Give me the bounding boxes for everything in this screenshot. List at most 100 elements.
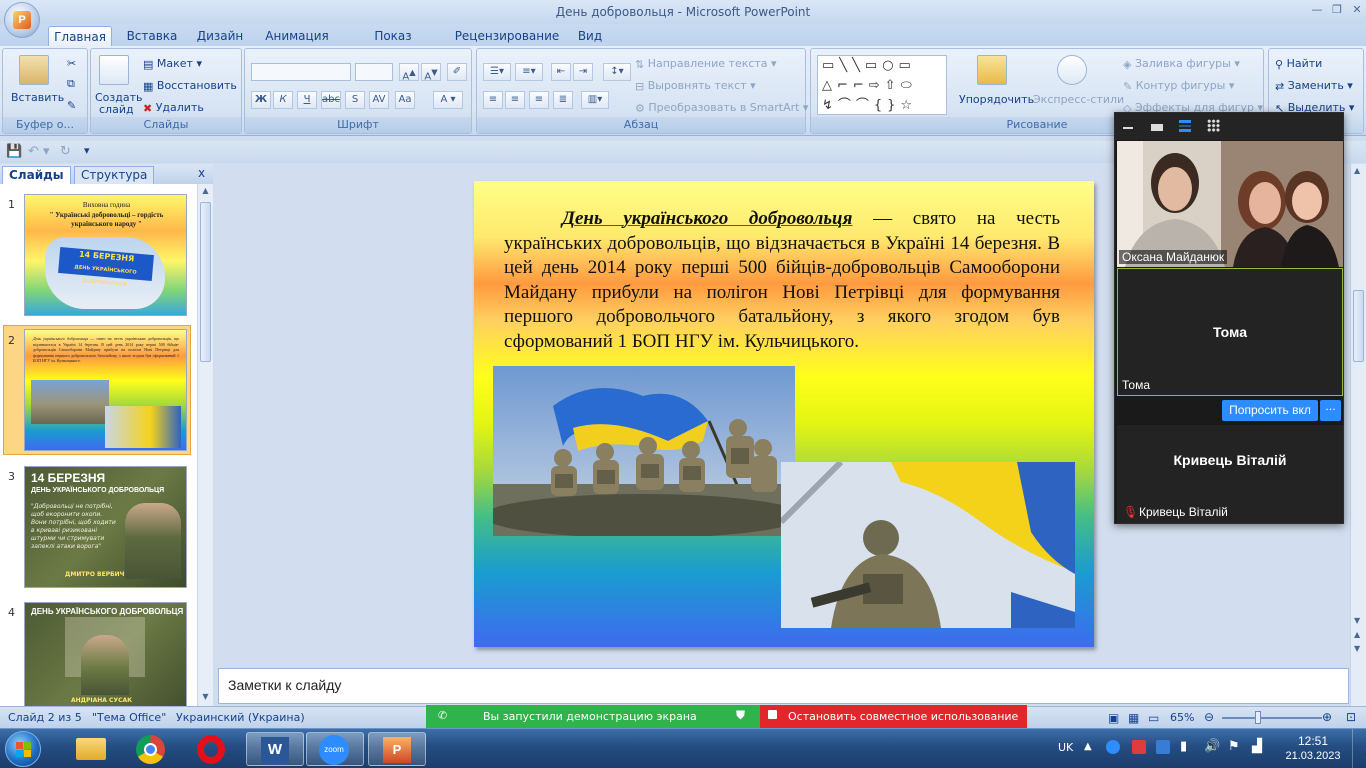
text-direction-button[interactable]: ⇅ Направление текста ▾ bbox=[635, 57, 777, 71]
quick-styles-button[interactable]: Экспресс-стили bbox=[1033, 93, 1124, 106]
language-indicator[interactable]: Украинский (Украина) bbox=[176, 711, 305, 724]
clear-format-button[interactable]: ✐ bbox=[447, 63, 467, 81]
shadow-button[interactable]: S bbox=[345, 91, 365, 109]
scroll-down-icon[interactable]: ▼ bbox=[200, 692, 211, 704]
font-color-button[interactable]: A ▾ bbox=[433, 91, 463, 109]
speaker-view-icon[interactable] bbox=[1179, 120, 1191, 132]
italic-button[interactable]: К bbox=[273, 91, 293, 109]
line-spacing-button[interactable]: ↕▾ bbox=[603, 63, 631, 81]
slide-thumbnail-1[interactable]: Виховна година " Українські добровольці … bbox=[24, 194, 187, 316]
arrange-button[interactable]: Упорядочить bbox=[959, 93, 1034, 106]
tab-animation[interactable]: Анимация bbox=[262, 26, 332, 46]
tray-expand-icon[interactable]: ▲ bbox=[1084, 741, 1092, 752]
participant-tile-2[interactable]: Тома Тома bbox=[1117, 268, 1343, 396]
align-right-button[interactable]: ≡ bbox=[529, 91, 549, 109]
copy-icon[interactable]: ⧉ bbox=[67, 77, 75, 91]
reading-view-icon[interactable]: ▭ bbox=[1148, 711, 1159, 725]
previous-slide-icon[interactable]: ▲ bbox=[1354, 630, 1360, 639]
office-button[interactable]: P bbox=[4, 2, 40, 38]
redo-icon[interactable]: ↻ bbox=[60, 144, 71, 159]
increase-indent-button[interactable]: ⇥ bbox=[573, 63, 593, 81]
numbering-button[interactable]: ≡▾ bbox=[515, 63, 543, 81]
justify-button[interactable]: ≣ bbox=[553, 91, 573, 109]
tab-review[interactable]: Рецензирование bbox=[452, 26, 562, 46]
keyboard-language[interactable]: UK bbox=[1058, 741, 1073, 754]
slide-thumbnail-3[interactable]: 14 БЕРЕЗНЯ ДЕНЬ УКРАЇНСЬКОГО ДОБРОВОЛЬЦЯ… bbox=[24, 466, 187, 588]
undo-icon[interactable]: ↶ ▾ bbox=[28, 144, 50, 159]
gallery-view-icon[interactable] bbox=[1207, 119, 1220, 132]
case-button[interactable]: Aa bbox=[395, 91, 415, 109]
scroll-thumb[interactable] bbox=[1353, 290, 1364, 362]
tab-slideshow[interactable]: Показ слайдов bbox=[348, 26, 438, 63]
shapes-gallery[interactable]: ▭╲╲▭○▭ △⌐⌐⇨⇧⬭ ↯⌒⌒{}☆ bbox=[817, 55, 947, 115]
zoom-slider-knob[interactable] bbox=[1255, 711, 1261, 724]
align-text-button[interactable]: ⊟ Выровнять текст ▾ bbox=[635, 79, 756, 93]
slide-thumbnail-2[interactable]: День українського добровольця — свято на… bbox=[24, 329, 187, 451]
grow-font-button[interactable]: A▲ bbox=[399, 63, 419, 82]
clock-date[interactable]: 21.03.2023 bbox=[1280, 750, 1346, 762]
flag-icon[interactable]: ⚑ bbox=[1228, 739, 1240, 754]
slide-body-text[interactable]: День українського добровольця — свято на… bbox=[504, 207, 1060, 354]
ask-to-unmute-button[interactable]: Попросить вкл bbox=[1222, 400, 1318, 421]
customize-qat-icon[interactable]: ▾ bbox=[84, 144, 90, 157]
chrome-taskbar-button[interactable] bbox=[122, 732, 180, 766]
minimize-panel-icon[interactable] bbox=[1123, 127, 1133, 129]
new-slide-button-line2[interactable]: слайд bbox=[99, 103, 134, 116]
bold-button[interactable]: Ж bbox=[251, 91, 271, 109]
delete-slide-button[interactable]: ✖ Удалить bbox=[143, 101, 204, 115]
tab-home[interactable]: Главная bbox=[48, 26, 112, 46]
tab-outline[interactable]: Структура bbox=[74, 166, 155, 184]
shrink-font-button[interactable]: A▼ bbox=[421, 63, 441, 82]
tab-design[interactable]: Дизайн bbox=[192, 26, 248, 46]
sorter-view-icon[interactable]: ▦ bbox=[1128, 711, 1139, 725]
scroll-up-icon[interactable]: ▲ bbox=[1354, 166, 1360, 175]
volume-icon[interactable]: 🔊 bbox=[1204, 739, 1220, 754]
opera-taskbar-button[interactable] bbox=[182, 732, 240, 766]
shape-fill-button[interactable]: ◈ Заливка фигуры ▾ bbox=[1123, 57, 1240, 71]
antivirus-tray-icon[interactable] bbox=[1132, 740, 1146, 754]
scroll-thumb[interactable] bbox=[200, 202, 211, 362]
zoom-in-icon[interactable]: ⊕ bbox=[1322, 710, 1332, 724]
zoom-out-icon[interactable]: ⊖ bbox=[1204, 710, 1214, 724]
network-tray-icon[interactable] bbox=[1156, 740, 1170, 754]
zoom-level[interactable]: 65% bbox=[1170, 711, 1194, 724]
soldiers-photo[interactable] bbox=[493, 366, 795, 536]
save-icon[interactable]: 💾 bbox=[6, 144, 22, 159]
zoom-slider[interactable] bbox=[1222, 711, 1322, 724]
editor-scrollbar[interactable]: ▲ ▼ ▲ ▼ bbox=[1350, 164, 1366, 706]
align-left-button[interactable]: ≡ bbox=[483, 91, 503, 109]
tab-slides[interactable]: Слайды bbox=[2, 166, 71, 184]
restore-button[interactable]: ❐ bbox=[1326, 2, 1348, 18]
start-button[interactable] bbox=[5, 731, 41, 767]
spacing-button[interactable]: AV bbox=[369, 91, 389, 109]
thumbnail-view-icon[interactable] bbox=[1151, 124, 1163, 131]
close-button[interactable]: ✕ bbox=[1346, 2, 1366, 18]
explorer-taskbar-button[interactable] bbox=[62, 732, 120, 766]
replace-button[interactable]: ⇄ Заменить ▾ bbox=[1275, 79, 1353, 93]
bullets-button[interactable]: ☰▾ bbox=[483, 63, 511, 81]
stop-share-button[interactable]: Остановить совместное использование bbox=[760, 705, 1027, 728]
shape-outline-button[interactable]: ✎ Контур фигуры ▾ bbox=[1123, 79, 1234, 93]
scroll-down-icon[interactable]: ▼ bbox=[1354, 616, 1360, 625]
normal-view-icon[interactable]: ▣ bbox=[1108, 711, 1119, 725]
smartart-button[interactable]: ⚙ Преобразовать в SmartArt ▾ bbox=[635, 101, 808, 115]
layout-button[interactable]: ▤ Макет ▾ bbox=[143, 57, 202, 71]
powerpoint-taskbar-button[interactable]: P bbox=[368, 732, 426, 766]
underline-button[interactable]: Ч bbox=[297, 91, 317, 109]
tab-insert[interactable]: Вставка bbox=[124, 26, 180, 46]
zoom-tray-icon[interactable] bbox=[1106, 740, 1120, 754]
tab-view[interactable]: Вид bbox=[574, 26, 606, 46]
participant-tile-3[interactable]: Кривець Віталій 🎙 Кривець Віталій bbox=[1117, 425, 1343, 523]
decrease-indent-button[interactable]: ⇤ bbox=[551, 63, 571, 81]
reset-button[interactable]: ▦ Восстановить bbox=[143, 79, 237, 93]
thumbs-scrollbar[interactable]: ▲ ▼ bbox=[197, 184, 213, 706]
show-desktop-button[interactable] bbox=[1352, 729, 1366, 768]
soldier-flag-photo[interactable] bbox=[781, 462, 1075, 628]
battery-icon[interactable]: ▮ bbox=[1180, 739, 1187, 754]
participant-video-1[interactable]: Оксана Майданюк bbox=[1117, 141, 1343, 267]
font-name-field[interactable] bbox=[251, 63, 351, 81]
format-painter-icon[interactable]: ✎ bbox=[67, 99, 76, 112]
columns-button[interactable]: ▥▾ bbox=[581, 91, 609, 109]
close-pane-icon[interactable]: x bbox=[198, 166, 205, 180]
fit-window-icon[interactable]: ⊡ bbox=[1346, 710, 1356, 724]
